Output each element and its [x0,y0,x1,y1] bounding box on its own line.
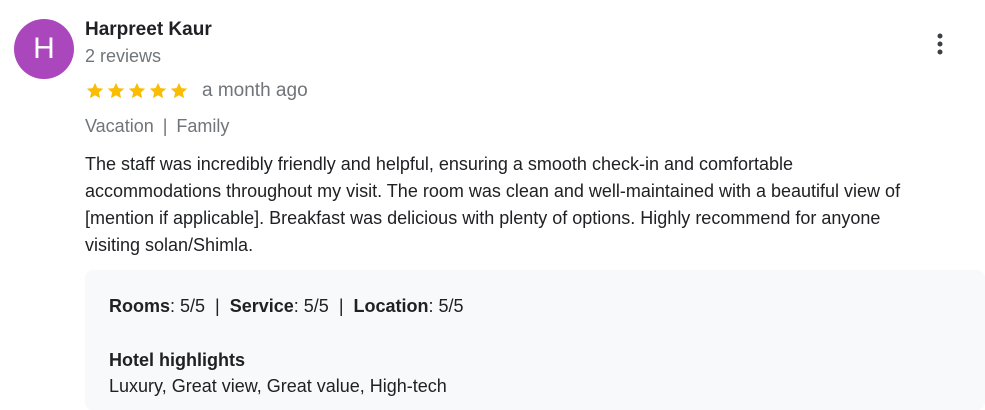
rating-row: a month ago [85,80,308,102]
hotel-highlights-text: Luxury, Great view, Great value, High-te… [109,376,447,396]
trip-tag-family: Family [176,116,230,136]
more-options-button[interactable] [924,28,956,60]
sub-rating-separator: | [338,296,344,316]
sub-rating-label-location: Location [353,296,429,316]
trip-tags: Vacation | Family [85,116,229,137]
sub-rating-value-service: : 5/5 [293,296,329,316]
review-text-line: [mention if applicable]. Breakfast was d… [85,208,881,228]
sub-ratings: Rooms: 5/5 | Service: 5/5 | Location: 5/5 [109,296,464,317]
avatar[interactable]: H [14,19,74,79]
reviewer-name[interactable]: Harpreet Kaur [85,19,212,41]
review-time: a month ago [202,80,308,101]
hotel-highlights-title: Hotel highlights [109,350,245,370]
trip-tag-vacation: Vacation [85,116,154,136]
more-vert-icon [937,33,943,55]
trip-tag-separator: | [162,116,168,136]
review-text-line: The staff was incredibly friendly and he… [85,154,794,174]
star-icon [149,82,167,99]
review-text-line: visiting solan/Shimla. [85,235,254,255]
star-icon [128,82,146,99]
star-icon [170,82,188,99]
review-text: The staff was incredibly friendly and he… [85,151,980,259]
review-text-line: accommodations throughout my visit. The … [85,181,901,201]
sub-rating-value-location: : 5/5 [428,296,464,316]
sub-rating-label-service: Service [229,296,294,316]
review-details-panel: Rooms: 5/5 | Service: 5/5 | Location: 5/5 Ho… [85,270,985,410]
star-icon [86,82,104,99]
review-count[interactable]: 2 reviews [85,46,161,67]
sub-rating-separator: | [215,296,220,316]
star-rating [85,81,190,101]
star-icon [107,82,125,99]
sub-rating-value-rooms: : 5/5 [170,296,206,316]
sub-rating-label-rooms: Rooms [109,296,171,316]
